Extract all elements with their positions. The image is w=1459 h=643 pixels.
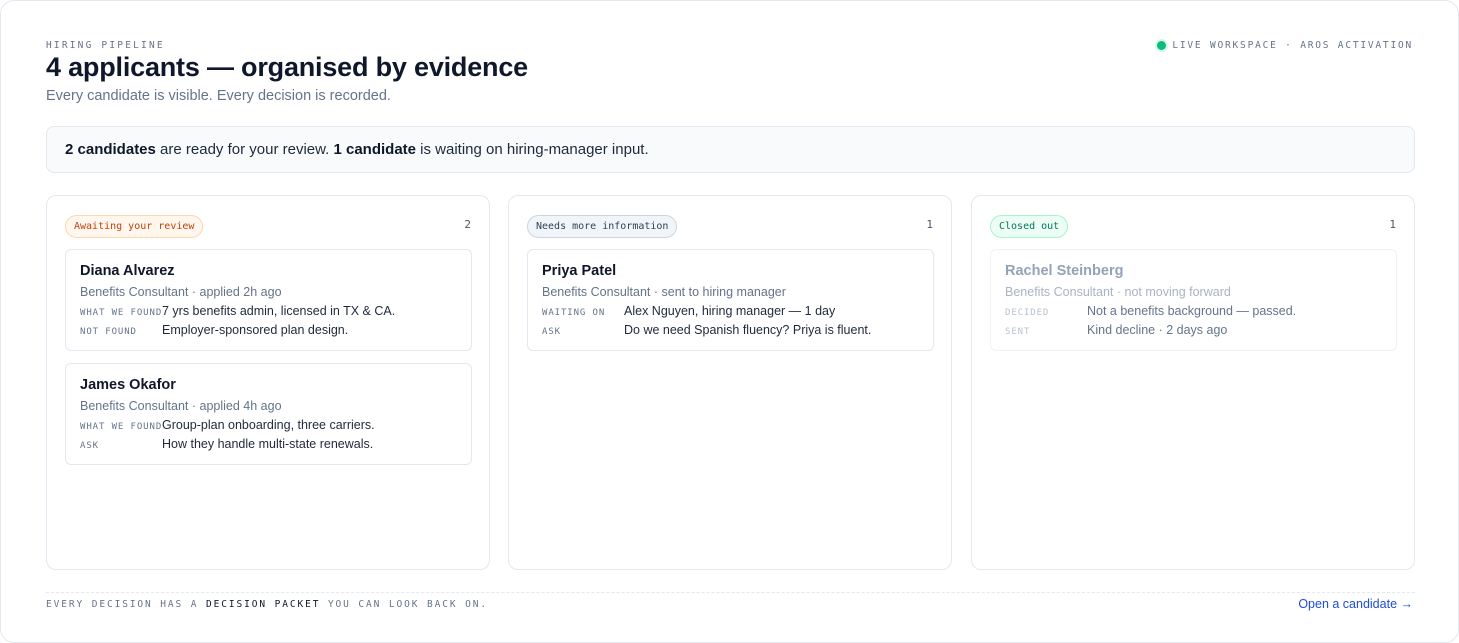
page-title: 4 applicants — organised by evidence [46,52,528,82]
candidate-meta: Benefits Consultant · applied 2h ago [80,285,282,299]
evidence-row: ASK Do we need Spanish fluency? Priya is… [542,323,919,337]
open-candidate-link[interactable]: Open a candidate → [1298,597,1413,611]
field-value: How they handle multi-state renewals. [162,437,374,451]
field-value: Group-plan onboarding, three carriers. [162,418,375,432]
candidate-name: James Okafor [80,377,176,393]
field-label: ASK [542,327,561,337]
field-label: ASK [80,441,99,451]
summary-ready-text: are ready for your review. [160,141,330,158]
field-value: Kind decline · 2 days ago [1087,323,1228,337]
summary-banner: 2 candidates are ready for your review. … [46,126,1415,173]
evidence-row: NOT FOUND Employer-sponsored plan design… [80,323,457,337]
column-count: 2 [464,218,471,231]
field-value: 7 yrs benefits admin, licensed in TX & C… [162,304,396,318]
candidate-card-rachel-steinberg[interactable]: Rachel Steinberg Benefits Consultant · n… [990,249,1397,351]
field-value: Alex Nguyen, hiring manager — 1 day [624,304,836,318]
evidence-row: WAITING ON Alex Nguyen, hiring manager —… [542,304,919,318]
footer-divider [46,592,1415,593]
evidence-row: WHAT WE FOUND Group-plan onboarding, thr… [80,418,457,432]
workspace-status: LIVE WORKSPACE · AROS ACTIVATION [1157,40,1413,51]
footer-note-suffix: YOU CAN LOOK BACK ON. [327,599,488,610]
summary-ready-count: 2 candidates [65,141,156,158]
footer-note-prefix: EVERY DECISION HAS A [46,599,199,610]
footer-note-emphasis: DECISION PACKET [206,599,321,610]
status-badge: Awaiting your review [65,215,204,238]
column-needs-information: Needs more information 1 Priya Patel Ben… [508,195,952,570]
field-label: WAITING ON [542,308,606,318]
pipeline-panel: HIRING PIPELINE 4 applicants — organised… [0,0,1459,643]
workspace-status-label: LIVE WORKSPACE · AROS ACTIVATION [1172,40,1413,51]
candidate-card-james-okafor[interactable]: James Okafor Benefits Consultant · appli… [65,363,472,465]
candidate-card-diana-alvarez[interactable]: Diana Alvarez Benefits Consultant · appl… [65,249,472,351]
field-value: Not a benefits background — passed. [1087,304,1297,318]
field-label: DECIDED [1005,308,1050,318]
evidence-row: SENT Kind decline · 2 days ago [1005,323,1382,337]
column-count: 1 [1389,218,1396,231]
evidence-row: DECIDED Not a benefits background — pass… [1005,304,1382,318]
status-badge: Needs more information [527,215,678,238]
page-subtitle: Every candidate is visible. Every decisi… [46,88,391,104]
field-label: WHAT WE FOUND [80,308,163,318]
candidate-name: Rachel Steinberg [1005,263,1124,279]
column-closed-out: Closed out 1 Rachel Steinberg Benefits C… [971,195,1415,570]
live-status-dot-icon [1157,41,1167,50]
candidate-meta: Benefits Consultant · sent to hiring man… [542,285,786,299]
candidate-meta: Benefits Consultant · applied 4h ago [80,399,282,413]
candidate-name: Priya Patel [542,263,617,279]
field-label: SENT [1005,327,1031,337]
candidate-name: Diana Alvarez [80,263,175,279]
candidate-meta: Benefits Consultant · not moving forward [1005,285,1231,299]
footer-note: EVERY DECISION HAS A DECISION PACKET YOU… [46,599,488,610]
candidate-card-priya-patel[interactable]: Priya Patel Benefits Consultant · sent t… [527,249,934,351]
evidence-row: ASK How they handle multi-state renewals… [80,437,457,451]
summary-waiting-text: is waiting on hiring-manager input. [420,141,649,158]
column-awaiting-review: Awaiting your review 2 Diana Alvarez Ben… [46,195,490,570]
summary-waiting-count: 1 candidate [333,141,416,158]
field-label: WHAT WE FOUND [80,422,163,432]
column-count: 1 [926,218,933,231]
field-label: NOT FOUND [80,327,137,337]
status-badge: Closed out [990,215,1069,238]
field-value: Do we need Spanish fluency? Priya is flu… [624,323,872,337]
section-eyebrow: HIRING PIPELINE [46,40,165,51]
field-value: Employer-sponsored plan design. [162,323,349,337]
evidence-row: WHAT WE FOUND 7 yrs benefits admin, lice… [80,304,457,318]
